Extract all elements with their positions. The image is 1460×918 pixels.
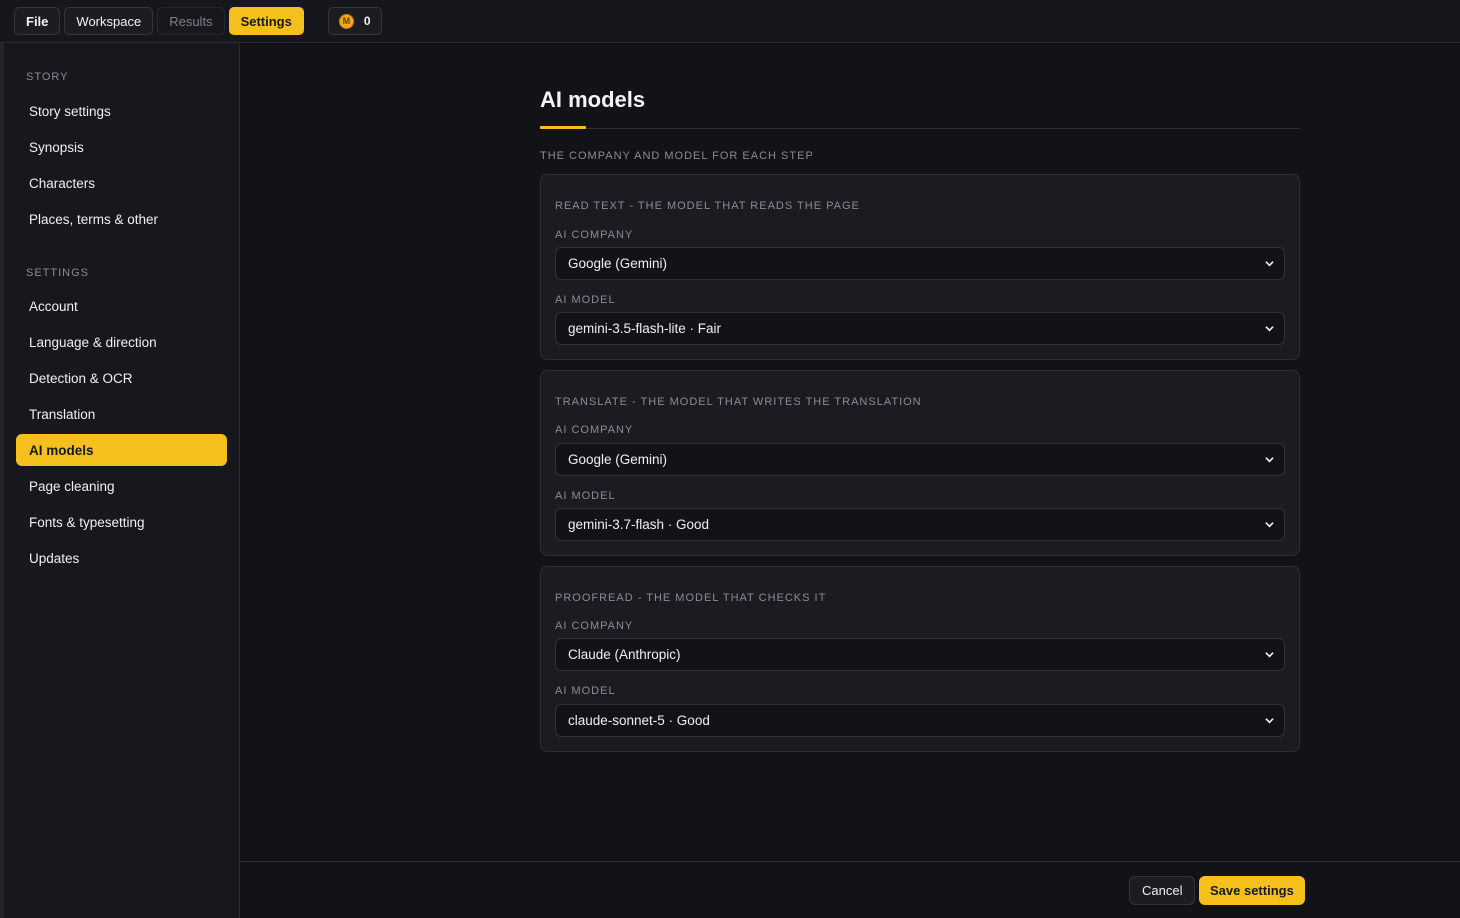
ai-company-label: AI COMPANY	[555, 229, 634, 241]
title-divider	[540, 128, 1300, 129]
tab-file[interactable]: File	[14, 7, 61, 35]
sidebar-item-account[interactable]: Account	[16, 290, 227, 322]
sidebar-item-characters[interactable]: Characters	[16, 167, 227, 199]
sidebar-item-language-direction[interactable]: Language & direction	[16, 326, 227, 358]
ai-model-label: AI MODEL	[555, 490, 616, 502]
ai-model-label: AI MODEL	[555, 685, 616, 697]
footer-bar: Cancel Save settings	[240, 861, 1460, 918]
chevron-down-icon	[1265, 261, 1274, 267]
proofread-company-select[interactable]: Claude (Anthropic)	[555, 638, 1285, 671]
section-subheading: THE COMPANY AND MODEL FOR EACH STEP	[540, 150, 814, 162]
select-value: gemini-3.5-flash-lite · Fair	[568, 321, 722, 336]
translate-company-select[interactable]: Google (Gemini)	[555, 443, 1285, 476]
ai-model-label: AI MODEL	[555, 294, 616, 306]
card-title: TRANSLATE - THE MODEL THAT WRITES THE TR…	[555, 396, 922, 408]
proofread-card: PROOFREAD - THE MODEL THAT CHECKS IT AI …	[540, 566, 1300, 752]
page-title: AI models	[540, 87, 646, 112]
tab-results[interactable]: Results	[157, 7, 225, 35]
select-value: gemini-3.7-flash · Good	[568, 517, 710, 532]
select-value: Google (Gemini)	[568, 256, 668, 271]
chevron-down-icon	[1265, 652, 1274, 658]
read-model-select[interactable]: gemini-3.5-flash-lite · Fair	[555, 312, 1285, 345]
title-accent-bar	[540, 126, 586, 129]
tab-settings[interactable]: Settings	[228, 7, 304, 35]
sidebar-item-synopsis[interactable]: Synopsis	[16, 131, 227, 163]
select-value: claude-sonnet-5 · Good	[568, 713, 710, 728]
read-company-select[interactable]: Google (Gemini)	[555, 247, 1285, 280]
credits-count: 0	[363, 14, 371, 28]
sidebar-item-ai-models[interactable]: AI models	[16, 434, 227, 466]
sidebar-item-page-cleaning[interactable]: Page cleaning	[16, 470, 227, 502]
select-value: Claude (Anthropic)	[568, 647, 681, 662]
card-title: READ TEXT - THE MODEL THAT READS THE PAG…	[555, 200, 860, 212]
save-settings-button[interactable]: Save settings	[1199, 876, 1305, 905]
ai-company-label: AI COMPANY	[555, 620, 634, 632]
read-text-card: READ TEXT - THE MODEL THAT READS THE PAG…	[540, 174, 1300, 360]
cancel-button[interactable]: Cancel	[1129, 876, 1196, 905]
chevron-down-icon	[1265, 326, 1274, 332]
settings-section-heading: SETTINGS	[26, 267, 90, 279]
card-title: PROOFREAD - THE MODEL THAT CHECKS IT	[555, 592, 827, 604]
sidebar-item-updates[interactable]: Updates	[16, 542, 227, 574]
sidebar-item-story-settings[interactable]: Story settings	[16, 95, 227, 127]
translate-card: TRANSLATE - THE MODEL THAT WRITES THE TR…	[540, 370, 1300, 556]
top-bar: File Workspace Results Settings M 0	[0, 0, 1460, 43]
story-section-heading: STORY	[26, 71, 69, 83]
sidebar-item-fonts-typesetting[interactable]: Fonts & typesetting	[16, 506, 227, 538]
sidebar: STORY Story settings Synopsis Characters…	[0, 43, 240, 918]
sidebar-item-translation[interactable]: Translation	[16, 398, 227, 430]
translate-model-select[interactable]: gemini-3.7-flash · Good	[555, 508, 1285, 541]
select-value: Google (Gemini)	[568, 452, 668, 467]
main-panel: AI models THE COMPANY AND MODEL FOR EACH…	[240, 43, 1460, 861]
tab-workspace[interactable]: Workspace	[64, 7, 154, 35]
chevron-down-icon	[1265, 718, 1274, 724]
ai-company-label: AI COMPANY	[555, 424, 634, 436]
chevron-down-icon	[1265, 522, 1274, 528]
chevron-down-icon	[1265, 457, 1274, 463]
sidebar-item-detection-ocr[interactable]: Detection & OCR	[16, 362, 227, 394]
coin-icon: M	[338, 13, 354, 29]
proofread-model-select[interactable]: claude-sonnet-5 · Good	[555, 704, 1285, 737]
credits-badge[interactable]: M 0	[327, 7, 382, 35]
sidebar-item-places-terms[interactable]: Places, terms & other	[16, 203, 227, 235]
